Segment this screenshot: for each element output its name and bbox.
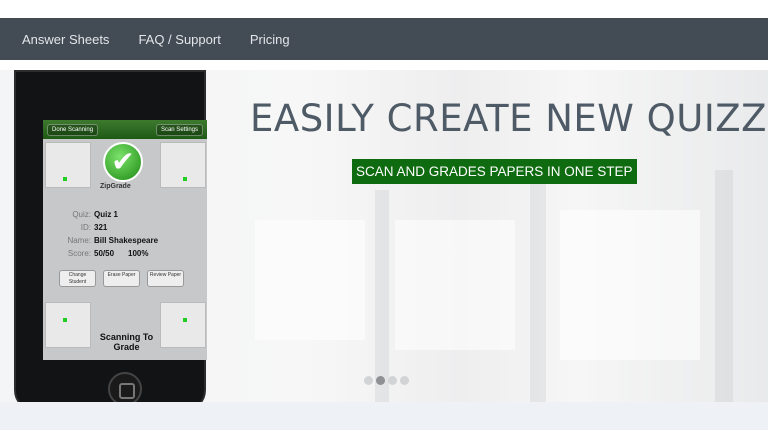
erase-paper-button: Erase Paper: [103, 270, 140, 287]
carousel-dot[interactable]: [400, 376, 409, 385]
scan-corner-marker: [45, 302, 91, 348]
green-marker-dot: [63, 318, 67, 322]
carousel-dot[interactable]: [388, 376, 397, 385]
main-nav: Answer Sheets FAQ / Support Pricing: [0, 18, 768, 60]
background-window-pane: [560, 210, 700, 360]
scan-corner-marker: [160, 302, 206, 348]
top-spacer: [0, 0, 768, 18]
carousel-dot[interactable]: [364, 376, 373, 385]
background-window-frame: [715, 170, 733, 412]
phone-toolbar: Done Scanning Scan Settings: [43, 120, 207, 139]
score-value: 50/50: [94, 249, 115, 258]
id-value: 321: [94, 223, 108, 232]
scanning-label: Scanning To Grade: [99, 332, 154, 352]
name-label: Name:: [67, 236, 91, 245]
green-marker-dot: [183, 177, 187, 181]
phone-home-button: [108, 372, 142, 406]
change-student-button: Change Student: [59, 270, 96, 287]
scan-corner-marker: [160, 142, 206, 188]
nav-pricing[interactable]: Pricing: [250, 32, 290, 47]
scan-result-panel: Quiz: Quiz 1 ID: 321 Name: Bill Shakespeare…: [61, 210, 191, 262]
scan-settings-button: Scan Settings: [155, 123, 203, 136]
percent-value: 100%: [128, 249, 149, 258]
green-marker-dot: [63, 177, 67, 181]
content-band: [0, 402, 768, 430]
carousel-indicators: [364, 376, 409, 385]
quiz-label: Quiz:: [72, 210, 91, 219]
phone-mockup: Done Scanning Scan Settings ✔ ZipGrade Q…: [14, 70, 207, 412]
quiz-value: Quiz 1: [94, 210, 119, 219]
hero-carousel: Done Scanning Scan Settings ✔ ZipGrade Q…: [0, 70, 768, 412]
review-paper-button: Review Paper: [147, 270, 184, 287]
hero-subheadline: SCAN AND GRADES PAPERS IN ONE STEP: [352, 159, 637, 184]
green-marker-dot: [183, 318, 187, 322]
carousel-dot-active[interactable]: [376, 376, 385, 385]
scan-corner-marker: [45, 142, 91, 188]
nav-faq-support[interactable]: FAQ / Support: [138, 32, 220, 47]
nav-answer-sheets[interactable]: Answer Sheets: [22, 32, 109, 47]
checkmark-icon: ✔: [103, 142, 143, 182]
name-value: Bill Shakespeare: [94, 236, 159, 245]
phone-screen: Done Scanning Scan Settings ✔ ZipGrade Q…: [43, 120, 207, 360]
background-window-frame: [530, 180, 546, 412]
score-label: Score:: [67, 249, 91, 258]
zipgrade-logo: ZipGrade: [100, 183, 131, 190]
done-scanning-button: Done Scanning: [47, 123, 99, 136]
id-label: ID:: [80, 223, 91, 232]
background-window-pane: [395, 220, 515, 350]
background-window-pane: [255, 220, 365, 340]
hero-headline: EASILY CREATE NEW QUIZZES: [250, 97, 768, 140]
phone-action-buttons: Change Student Erase Paper Review Paper: [59, 270, 184, 287]
